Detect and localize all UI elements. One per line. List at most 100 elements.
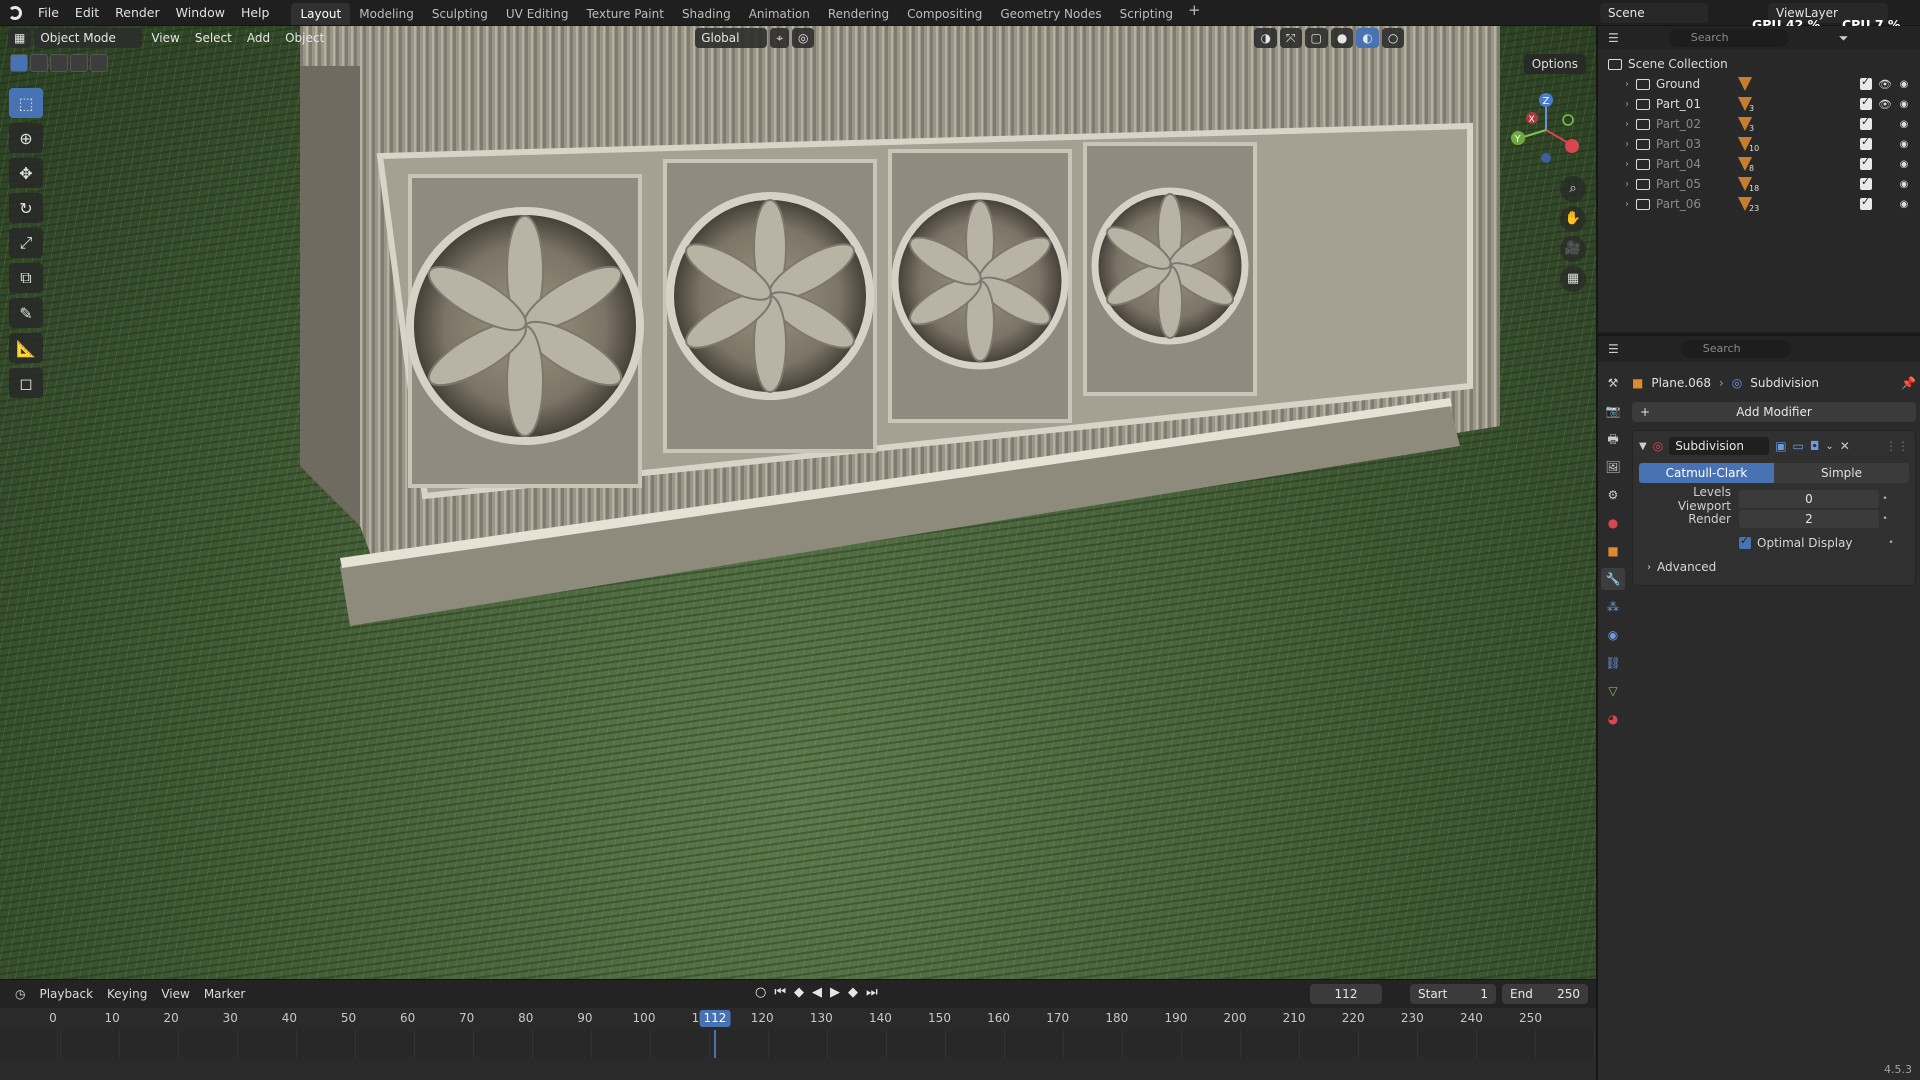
tool-tab-icon[interactable]: ⚒ bbox=[1601, 372, 1625, 394]
camera-icon[interactable]: ◉ bbox=[1898, 99, 1910, 110]
tab-layout[interactable]: Layout bbox=[291, 2, 351, 25]
menu-render[interactable]: Render bbox=[107, 0, 168, 26]
add-cube-icon[interactable]: ◻ bbox=[9, 368, 43, 398]
mode-selector[interactable]: Object Mode bbox=[34, 28, 143, 48]
scale-icon[interactable]: ⤢ bbox=[9, 228, 43, 258]
exclude-checkbox[interactable] bbox=[1860, 195, 1872, 210]
select-new-icon[interactable] bbox=[10, 54, 28, 72]
camera-icon[interactable]: ◉ bbox=[1898, 119, 1910, 130]
outliner-row-part_04[interactable]: › Part_04 8 ◉ bbox=[1598, 154, 1920, 174]
outliner-row-part_01[interactable]: ›Part_013👁◉ bbox=[1598, 94, 1920, 114]
3d-viewport[interactable]: ▦ Object Mode View Select Add Object Glo… bbox=[0, 26, 1596, 979]
frame-ruler[interactable]: 112 010203040506070809010011012013014015… bbox=[0, 1008, 1596, 1030]
tab-texture-paint[interactable]: Texture Paint bbox=[578, 3, 673, 25]
timeline-editor-type-icon[interactable]: ◷ bbox=[8, 987, 32, 1001]
shading-rendered-icon[interactable]: ○ bbox=[1381, 28, 1405, 48]
play-icon[interactable]: ▶ bbox=[830, 985, 840, 1000]
exclude-checkbox[interactable] bbox=[1860, 135, 1872, 150]
overlays-icon[interactable]: ◑ bbox=[1254, 28, 1277, 48]
move-icon[interactable]: ✥ bbox=[9, 158, 43, 188]
tab-shading[interactable]: Shading bbox=[673, 3, 740, 25]
keyframe-dot-icon[interactable]: • bbox=[1879, 514, 1891, 524]
menu-window[interactable]: Window bbox=[168, 0, 233, 26]
menu-playback[interactable]: Playback bbox=[32, 987, 100, 1001]
keyframe-track[interactable] bbox=[0, 1030, 1596, 1058]
rotate-icon[interactable]: ↻ bbox=[9, 193, 43, 223]
modifier-tab-icon[interactable]: 🔧 bbox=[1601, 568, 1625, 590]
expand-chevron-icon[interactable]: › bbox=[1618, 159, 1636, 170]
viewport-toggle-icon[interactable]: ▭ bbox=[1793, 439, 1804, 453]
expand-chevron-icon[interactable]: › bbox=[1618, 139, 1636, 150]
camera-icon[interactable]: ◉ bbox=[1898, 159, 1910, 170]
tab-scripting[interactable]: Scripting bbox=[1111, 3, 1182, 25]
playhead-line[interactable] bbox=[713, 1030, 716, 1058]
view-layer-tab-icon[interactable]: 🖼 bbox=[1601, 456, 1625, 478]
eye-icon[interactable]: 👁 bbox=[1878, 78, 1892, 91]
camera-icon[interactable]: ◉ bbox=[1898, 179, 1910, 190]
select-extend-icon[interactable] bbox=[30, 54, 48, 72]
expand-chevron-icon[interactable]: › bbox=[1618, 179, 1636, 190]
camera-icon[interactable]: ◉ bbox=[1898, 199, 1910, 210]
options-button[interactable]: Options bbox=[1523, 54, 1586, 74]
jump-start-icon[interactable]: ⏮ bbox=[774, 985, 786, 1000]
menu-select[interactable]: Select bbox=[189, 28, 238, 48]
exclude-checkbox[interactable] bbox=[1860, 155, 1872, 170]
render-tab-icon[interactable]: 📷 bbox=[1601, 400, 1625, 422]
exclude-checkbox[interactable] bbox=[1860, 95, 1872, 110]
transform-orientation[interactable]: Global bbox=[695, 28, 768, 48]
outliner-search-input[interactable]: Search bbox=[1668, 29, 1789, 47]
menu-object[interactable]: Object bbox=[279, 28, 330, 48]
outliner-row-ground[interactable]: ›Ground👁◉ bbox=[1598, 74, 1920, 94]
eye-icon[interactable]: 👁 bbox=[1878, 98, 1892, 111]
ortho-grid-icon[interactable]: ▦ bbox=[1560, 266, 1586, 292]
zoom-icon[interactable]: ⌕ bbox=[1560, 176, 1586, 202]
output-tab-icon[interactable]: 🖶 bbox=[1601, 428, 1625, 450]
optimal-display-checkbox[interactable] bbox=[1739, 534, 1751, 549]
modifier-menu-icon[interactable]: ⌄ bbox=[1825, 441, 1833, 452]
tab-uv-editing[interactable]: UV Editing bbox=[497, 3, 578, 25]
next-keyframe-icon[interactable]: ◆ bbox=[848, 985, 858, 1000]
menu-add[interactable]: Add bbox=[241, 28, 276, 48]
scene-collection-row[interactable]: Scene Collection bbox=[1598, 54, 1920, 74]
shading-solid-icon[interactable]: ● bbox=[1330, 28, 1354, 48]
exclude-checkbox[interactable] bbox=[1860, 75, 1872, 90]
xray-icon[interactable]: ▢ bbox=[1304, 28, 1328, 48]
prev-keyframe-icon[interactable]: ◆ bbox=[794, 985, 804, 1000]
outliner-editor-icon[interactable]: ☰ bbox=[1608, 31, 1619, 45]
scene-tab-icon[interactable]: ⚙ bbox=[1601, 484, 1625, 506]
expand-chevron-icon[interactable]: › bbox=[1618, 79, 1636, 90]
object-tab-icon[interactable]: ■ bbox=[1601, 540, 1625, 562]
proportional-edit-icon[interactable]: ◎ bbox=[791, 28, 815, 48]
jump-end-icon[interactable]: ⏭ bbox=[866, 985, 878, 1000]
select-box-icon[interactable]: ⬚ bbox=[9, 88, 43, 118]
remove-modifier-icon[interactable]: ✕ bbox=[1840, 439, 1850, 453]
outliner-row-part_06[interactable]: › Part_06 23 ◉ bbox=[1598, 194, 1920, 214]
current-frame-field[interactable]: 112 bbox=[1310, 984, 1382, 1004]
add-workspace-button[interactable]: + bbox=[1182, 1, 1207, 25]
tab-sculpting[interactable]: Sculpting bbox=[423, 3, 497, 25]
menu-edit[interactable]: Edit bbox=[67, 0, 107, 26]
keyframe-dot-icon[interactable]: • bbox=[1885, 538, 1897, 548]
tab-geometry-nodes[interactable]: Geometry Nodes bbox=[991, 3, 1110, 25]
material-tab-icon[interactable]: ◕ bbox=[1601, 708, 1625, 730]
tab-rendering[interactable]: Rendering bbox=[819, 3, 898, 25]
playhead-frame[interactable]: 112 bbox=[699, 1010, 731, 1027]
properties-editor-icon[interactable]: ☰ bbox=[1608, 342, 1619, 356]
exclude-checkbox[interactable] bbox=[1860, 115, 1872, 130]
outliner-row-part_02[interactable]: › Part_02 3 ◉ bbox=[1598, 114, 1920, 134]
play-reverse-icon[interactable]: ◀ bbox=[812, 985, 822, 1000]
add-modifier-button[interactable]: + Add Modifier bbox=[1632, 402, 1916, 422]
expand-chevron-icon[interactable]: › bbox=[1618, 119, 1636, 130]
menu-marker[interactable]: Marker bbox=[197, 987, 252, 1001]
tab-animation[interactable]: Animation bbox=[740, 3, 819, 25]
expand-chevron-icon[interactable]: › bbox=[1618, 99, 1636, 110]
advanced-subpanel[interactable]: › Advanced bbox=[1639, 557, 1909, 577]
end-frame-field[interactable]: End 250 bbox=[1502, 984, 1588, 1004]
pin-icon[interactable]: 📌 bbox=[1901, 376, 1916, 390]
snap-icon[interactable]: ⌖ bbox=[770, 28, 789, 48]
start-frame-field[interactable]: Start 1 bbox=[1410, 984, 1496, 1004]
tab-compositing[interactable]: Compositing bbox=[898, 3, 991, 25]
catmull-clark-option[interactable]: Catmull-Clark bbox=[1639, 463, 1774, 483]
edit-mode-toggle-icon[interactable]: ▣ bbox=[1775, 439, 1786, 453]
menu-view[interactable]: View bbox=[145, 28, 185, 48]
